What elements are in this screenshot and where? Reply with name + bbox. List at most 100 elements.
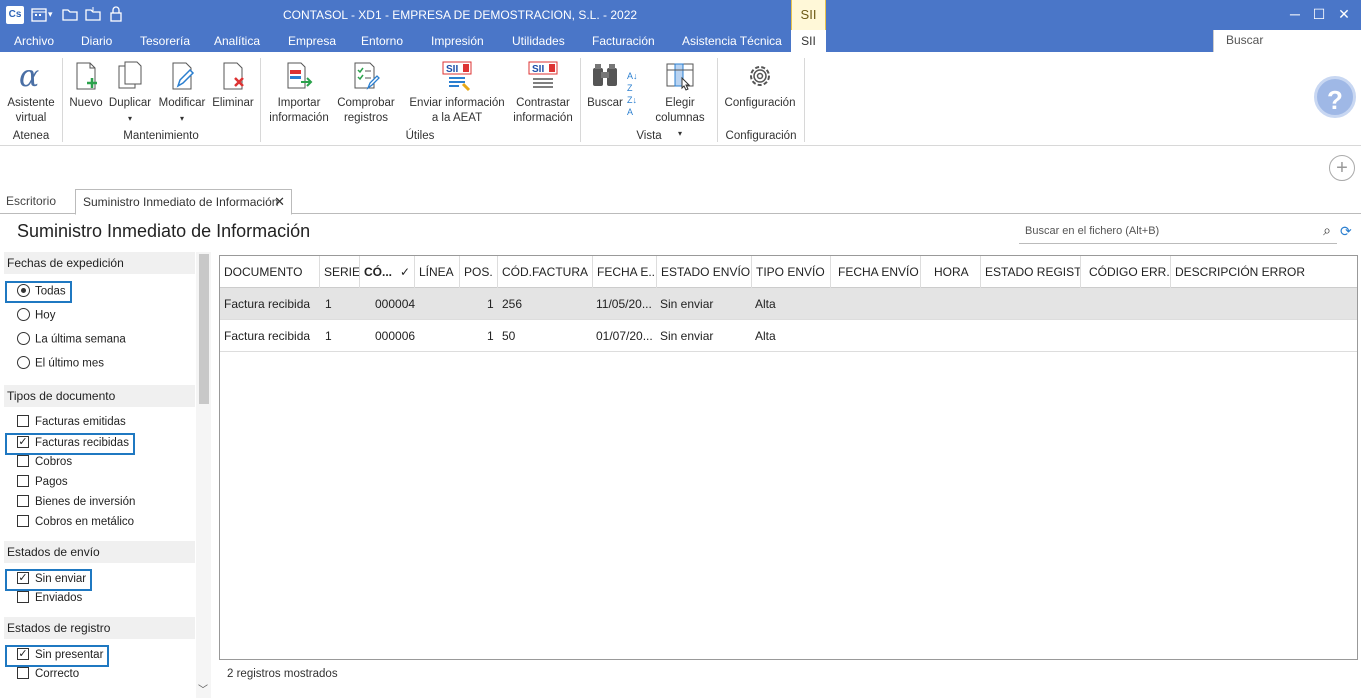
scrollbar-thumb[interactable] [199,254,209,404]
check-records-icon [350,60,382,92]
sii-contrast-icon: SII [527,60,559,92]
column-header[interactable]: CÓDIGO ERR... [1081,256,1171,288]
checkbox-icon [17,515,29,527]
checkbox-correcto[interactable]: Correcto [17,667,79,686]
menu-entorno[interactable]: Entorno [361,34,403,48]
checkmark-icon: ✓ [17,572,29,584]
column-header[interactable]: ESTADO ENVÍO [657,256,752,288]
checkbox-cobros-metalico[interactable]: Cobros en metálico [17,515,134,534]
cell-pos: 1 [487,297,494,311]
buscar-button[interactable]: Buscar [585,60,625,111]
column-header[interactable]: SERIE [320,256,360,288]
records-table: DOCUMENTO SERIE CÓ... ✓ LÍNEA POS. CÓD.FA… [219,255,1358,660]
column-header[interactable]: DESCRIPCIÓN ERROR [1171,256,1357,288]
configuracion-button[interactable]: Configuración [722,60,798,111]
cell-fecha: 11/05/20... [596,297,652,311]
minimize-icon[interactable]: ─ [1285,4,1305,24]
help-icon[interactable]: ? [1314,76,1356,118]
menu-impresion[interactable]: Impresión [431,34,484,48]
group-label-configuracion: Configuración [725,130,797,142]
menu-sii[interactable]: SII [791,30,826,52]
add-tab-icon[interactable]: + [1329,155,1355,181]
checkbox-pagos[interactable]: Pagos [17,475,68,494]
radio-ultima-semana[interactable]: La última semana [17,332,126,351]
ribbon-separator [62,58,63,142]
cell-estado-envio: Sin enviar [660,297,714,311]
menu-analitica[interactable]: Analítica [214,34,260,48]
menu-search-input[interactable]: Buscar [1213,30,1361,52]
tab-escritorio[interactable]: Escritorio [6,194,56,208]
checkbox-icon [17,591,29,603]
duplicar-button[interactable]: Duplicar ▾ [106,60,154,126]
checkmark-icon: ✓ [17,648,29,660]
ribbon: α Asistente virtual Nuevo Duplicar ▾ Modi… [0,52,1361,146]
menu-empresa[interactable]: Empresa [288,34,336,48]
column-header[interactable]: ESTADO REGIST... [981,256,1081,288]
column-header[interactable]: HORA [921,256,981,288]
modificar-button[interactable]: Modificar ▾ [156,60,208,126]
close-icon[interactable]: ✕ [1334,4,1354,24]
cell-codigo: 000006 [375,329,416,343]
comprobar-button[interactable]: Comprobar registros [334,60,398,126]
eliminar-button[interactable]: Eliminar [210,60,256,111]
checkbox-cobros[interactable]: Cobros [17,455,72,474]
alpha-icon: α [15,59,47,94]
column-header[interactable]: LÍNEA [415,256,460,288]
search-icon[interactable]: ⌕ [1323,222,1331,239]
checkbox-enviados[interactable]: Enviados [17,591,82,610]
contrastar-button[interactable]: SII Contrastar información [510,60,576,126]
checkbox-icon [17,475,29,487]
radio-icon [17,356,30,369]
radio-todas[interactable]: Todas [5,281,72,303]
checkbox-facturas-emitidas[interactable]: Facturas emitidas [17,415,126,434]
checkbox-sin-presentar[interactable]: ✓ Sin presentar [5,645,110,667]
elegir-columnas-button[interactable]: Elegir columnas ▾ [652,60,708,141]
column-header[interactable]: CÓ... ✓ [360,256,415,288]
cell-pos: 1 [487,329,494,343]
radio-hoy[interactable]: Hoy [17,308,55,327]
column-header[interactable]: TIPO ENVÍO [752,256,831,288]
menu-facturacion[interactable]: Facturación [592,34,655,48]
column-header[interactable]: CÓD.FACTURA [498,256,593,288]
cell-serie: 1 [325,329,332,343]
menu-diario[interactable]: Diario [81,34,112,48]
columns-icon [664,60,696,92]
sort-za-icon[interactable]: Z↓ A [627,94,637,118]
menu-archivo[interactable]: Archivo [14,34,54,48]
column-header[interactable]: POS. [460,256,498,288]
group-label-mantenimiento: Mantenimiento [123,130,199,142]
radio-ultimo-mes[interactable]: El último mes [17,356,104,375]
maximize-icon[interactable]: ☐ [1309,4,1329,24]
table-row[interactable]: Factura recibida 1 000006 1 50 01/07/20.… [220,320,1357,352]
cell-estado-envio: Sin enviar [660,329,714,343]
importar-button[interactable]: Importar información [264,60,334,126]
menu-utilidades[interactable]: Utilidades [512,34,565,48]
tab-sii[interactable]: Suministro Inmediato de Información ✕ [75,189,292,215]
asistente-virtual-button[interactable]: α Asistente virtual [4,59,58,126]
close-tab-icon[interactable]: ✕ [274,194,285,210]
chevron-down-icon[interactable]: ﹀ [198,681,208,696]
enviar-aeat-button[interactable]: SII Enviar información a la AEAT [406,60,508,126]
checkbox-sin-enviar[interactable]: ✓ Sin enviar [5,569,93,591]
checkbox-icon [17,415,29,427]
sii-send-icon: SII [441,60,473,92]
menu-tesoreria[interactable]: Tesorería [140,34,190,48]
menu-asistencia[interactable]: Asistencia Técnica [682,34,782,48]
column-header[interactable]: FECHA E... [593,256,657,288]
file-search-input[interactable]: Buscar en el fichero (Alt+B) ⌕ [1019,220,1337,244]
group-label-atenea: Atenea [12,130,50,142]
checkbox-bienes-inversion[interactable]: Bienes de inversión [17,495,135,514]
column-header[interactable]: FECHA ENVÍO [831,256,921,288]
table-row[interactable]: Factura recibida 1 000004 1 256 11/05/20… [220,288,1357,320]
sort-az-icon[interactable]: A↓ Z [627,70,638,94]
filter-header-envio: Estados de envío [4,541,195,563]
refresh-icon[interactable]: ⟳ [1340,223,1352,240]
checkbox-facturas-recibidas[interactable]: ✓ Facturas recibidas [5,433,135,455]
column-header[interactable]: DOCUMENTO [220,256,320,288]
nuevo-button[interactable]: Nuevo [66,60,106,111]
context-tab-label: SII [791,0,826,30]
window-title: CONTASOL - XD1 - EMPRESA DE DEMOSTRACION… [282,8,638,22]
svg-text:α: α [19,60,39,92]
menu-bar: Archivo Diario Tesorería Analítica Empre… [0,30,1361,52]
filters-scrollbar[interactable]: ﹀ [196,252,211,698]
